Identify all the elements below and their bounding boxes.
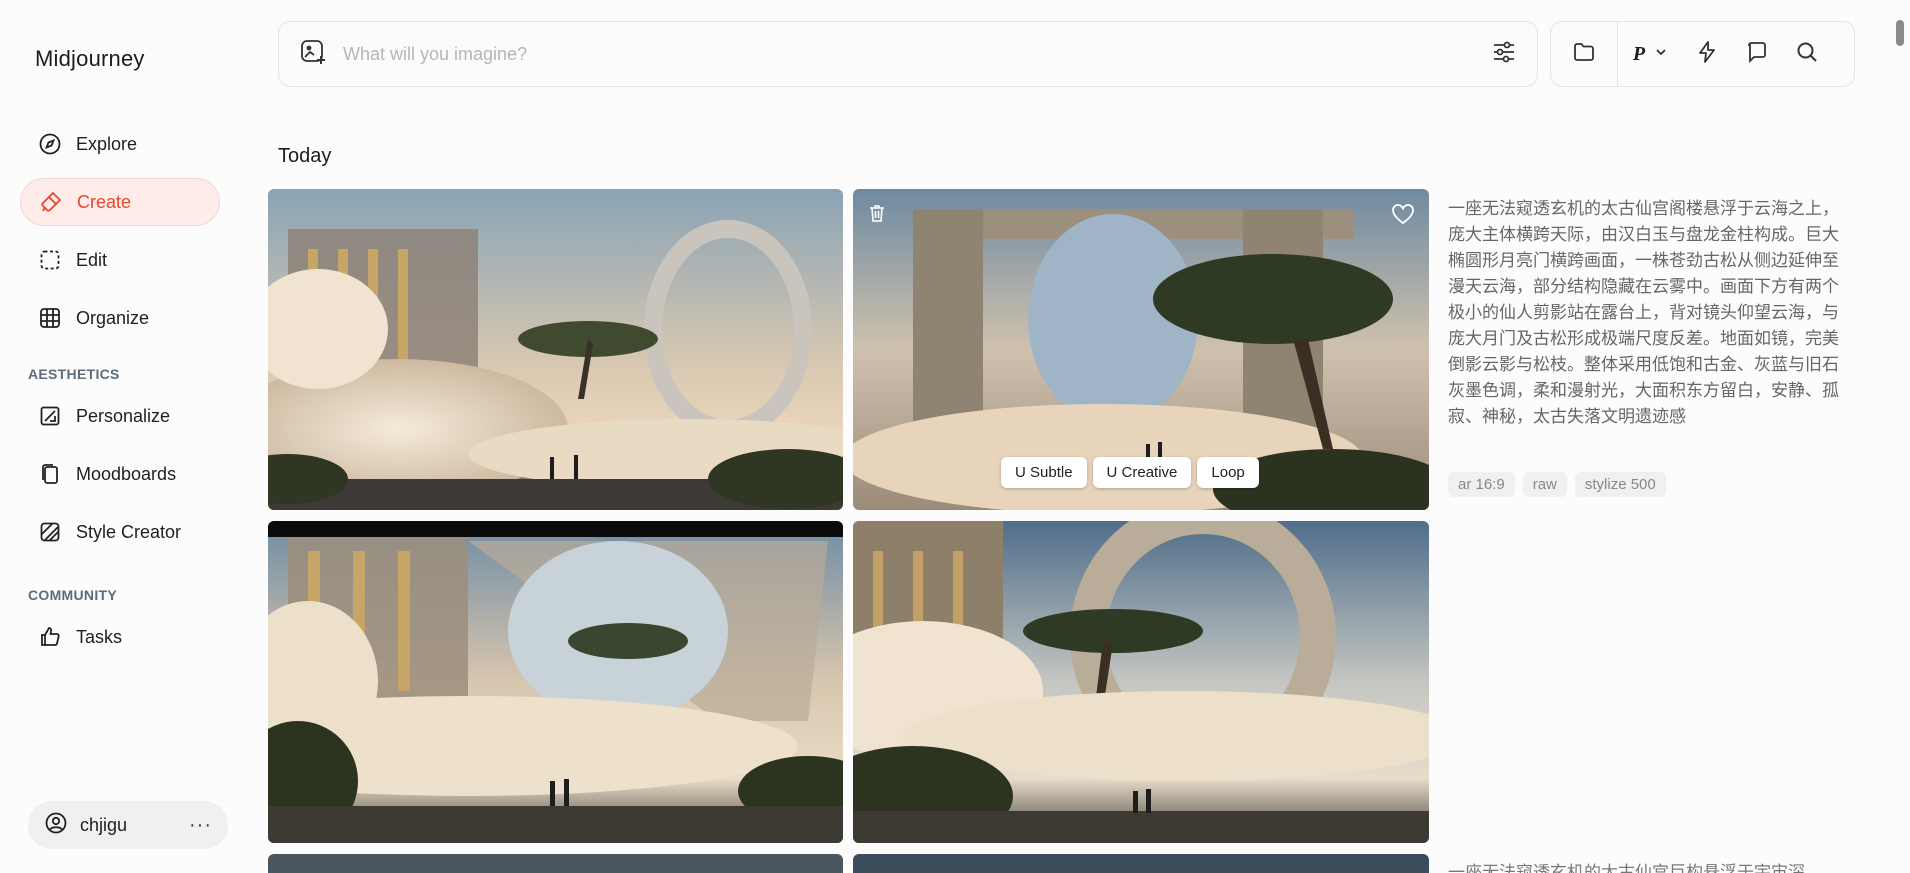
moodboards-icon (38, 462, 62, 486)
section-label-aesthetics: AESTHETICS (28, 366, 120, 382)
user-menu[interactable]: chjigu ··· (28, 801, 228, 849)
brush-icon (39, 190, 63, 214)
folder-button[interactable] (1551, 21, 1617, 87)
aesthetics-nav: Personalize Moodboards Style Creator (20, 392, 220, 566)
sidebar-item-personalize[interactable]: Personalize (20, 392, 220, 440)
profile-selector[interactable]: P (1618, 21, 1682, 87)
generated-image-5[interactable] (268, 854, 843, 873)
sidebar: Midjourney Explore Create Edit Organize … (0, 0, 250, 873)
more-options-button[interactable]: ··· (189, 814, 212, 837)
sidebar-item-explore[interactable]: Explore (20, 120, 220, 168)
add-image-icon[interactable] (299, 38, 327, 71)
section-heading-today: Today (278, 145, 332, 167)
generated-image-6[interactable] (853, 854, 1429, 873)
profile-letter: P (1632, 42, 1646, 65)
sidebar-item-label: Tasks (76, 626, 123, 647)
app-window: Midjourney Explore Create Edit Organize … (0, 0, 1910, 873)
folder-icon (1572, 40, 1596, 69)
community-nav: Tasks (20, 613, 220, 671)
prompt-text-2: 一座无法窥透玄机的太古仙宫巨构悬浮于宇宙深 (1448, 863, 1805, 873)
generated-image-4[interactable] (853, 521, 1429, 843)
search-icon (1795, 40, 1819, 69)
sidebar-item-label: Personalize (76, 405, 171, 426)
chevron-down-icon (1655, 45, 1667, 63)
sidebar-item-label: Moodboards (76, 463, 177, 484)
lightning-icon (1695, 40, 1719, 69)
sidebar-item-tasks[interactable]: Tasks (20, 613, 220, 661)
edit-icon (38, 248, 62, 272)
prompt-input[interactable] (343, 43, 1491, 65)
sidebar-item-create[interactable]: Create (20, 178, 220, 226)
thumbs-up-icon (38, 625, 62, 649)
loop-button[interactable]: Loop (1197, 457, 1259, 488)
user-avatar-icon (44, 811, 68, 840)
heart-icon[interactable] (1391, 203, 1415, 230)
parameter-tags: ar 16:9 raw stylize 500 (1448, 472, 1666, 497)
personalize-icon (38, 404, 62, 428)
upscale-subtle-button[interactable]: U Subtle (1001, 457, 1087, 488)
prompt-text: 一座无法窥透玄机的太古仙宫阁楼悬浮于云海之上，庞大主体横跨天际，由汉白玉与盘龙金… (1448, 199, 1839, 427)
username: chjigu (80, 814, 128, 835)
grid-icon (38, 306, 62, 330)
app-logo[interactable]: Midjourney (35, 46, 145, 72)
chat-button[interactable] (1732, 21, 1782, 87)
tag-aspect-ratio[interactable]: ar 16:9 (1448, 472, 1515, 497)
trash-icon[interactable] (867, 203, 887, 228)
section-label-community: COMMUNITY (28, 587, 118, 603)
tag-stylize[interactable]: stylize 500 (1574, 472, 1666, 497)
top-toolbar: P (1550, 21, 1855, 87)
style-creator-icon (38, 520, 62, 544)
speed-button[interactable] (1682, 21, 1732, 87)
generated-image-3[interactable] (268, 521, 843, 843)
search-button[interactable] (1782, 21, 1832, 87)
image-action-buttons: U Subtle U Creative Loop (1001, 457, 1259, 488)
sidebar-item-organize[interactable]: Organize (20, 294, 220, 342)
sidebar-item-style-creator[interactable]: Style Creator (20, 508, 220, 556)
sidebar-item-label: Organize (76, 307, 150, 328)
chat-icon (1745, 40, 1769, 69)
tag-raw[interactable]: raw (1522, 472, 1567, 497)
settings-sliders-icon[interactable] (1491, 39, 1517, 70)
sidebar-item-edit[interactable]: Edit (20, 236, 220, 284)
main-nav: Explore Create Edit Organize (20, 120, 220, 352)
sidebar-item-label: Style Creator (76, 521, 182, 542)
sidebar-item-label: Edit (76, 249, 108, 270)
scrollbar-thumb[interactable] (1896, 20, 1904, 46)
generated-image-1[interactable] (268, 189, 843, 510)
sidebar-item-moodboards[interactable]: Moodboards (20, 450, 220, 498)
upscale-creative-button[interactable]: U Creative (1092, 457, 1192, 488)
sidebar-item-label: Explore (76, 133, 138, 154)
sidebar-item-label: Create (77, 191, 132, 212)
compass-icon (38, 132, 62, 156)
prompt-bar (278, 21, 1538, 87)
